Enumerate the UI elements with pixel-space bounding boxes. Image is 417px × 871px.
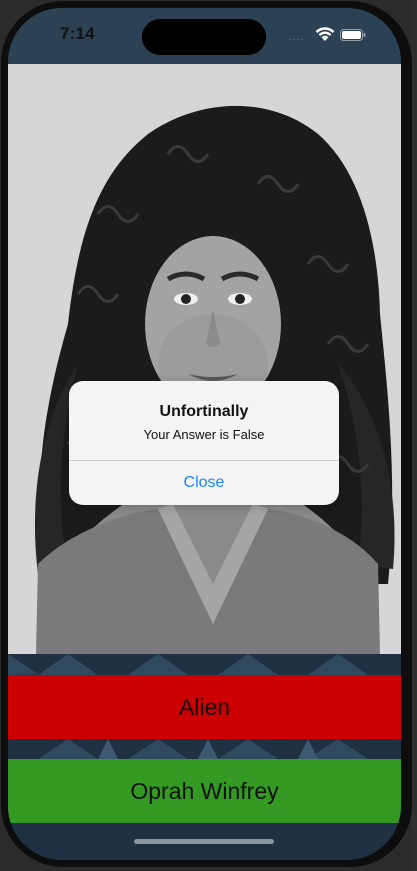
answer-button-2[interactable]: Oprah Winfrey (8, 759, 401, 823)
result-alert: Unfortinally Your Answer is False Close (69, 381, 339, 505)
dynamic-island (142, 19, 266, 55)
status-time: 7:14 (60, 24, 95, 43)
device-frame: 7:14 .... Unfortinally Your Answer is Fa… (0, 0, 417, 871)
home-indicator[interactable] (134, 839, 274, 844)
alert-title: Unfortinally (159, 403, 249, 420)
answers-panel: Alien Oprah Winfrey (8, 654, 401, 860)
island-pill (142, 19, 220, 55)
close-button[interactable]: Close (69, 461, 339, 505)
alert-message: Your Answer is False (143, 427, 265, 442)
wifi-icon (315, 27, 335, 41)
cellular-signal-icon: .... (289, 32, 305, 43)
camera-icon (230, 19, 266, 55)
battery-icon (340, 29, 366, 41)
app-screen: 7:14 .... Unfortinally Your Answer is Fa… (8, 8, 401, 860)
status-bar: 7:14 .... (8, 8, 401, 64)
answer-button-1[interactable]: Alien (8, 675, 401, 739)
portrait-photo (8, 64, 401, 654)
portrait-illustration (8, 64, 401, 654)
